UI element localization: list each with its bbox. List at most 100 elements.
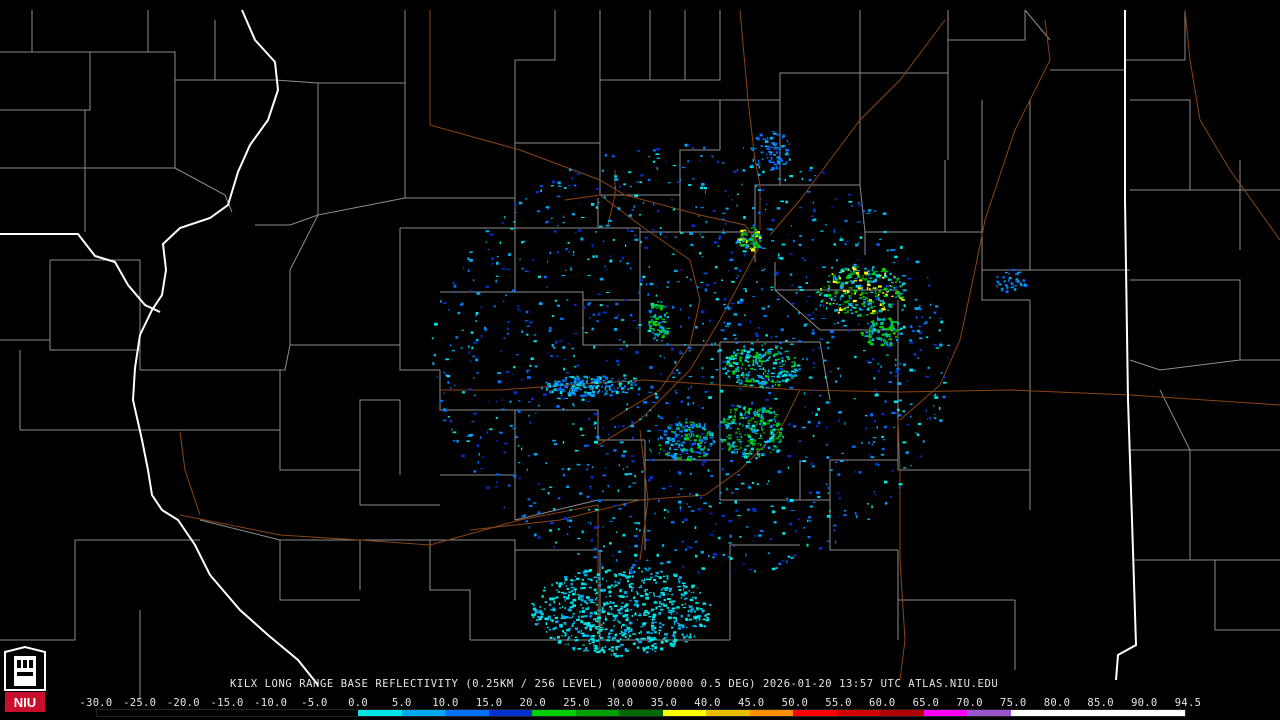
echo-pixel	[858, 307, 861, 311]
echo-pixel	[728, 377, 731, 379]
echo-pixel	[676, 606, 680, 609]
echo-pixel	[604, 570, 608, 574]
echo-pixel	[566, 587, 570, 590]
echo-pixel	[913, 353, 917, 356]
echo-pixel	[667, 510, 669, 513]
echo-pixel	[699, 607, 702, 610]
echo-pixel	[771, 167, 775, 170]
echo-pixel	[872, 266, 875, 269]
echo-pixel	[654, 392, 658, 396]
echo-pixel	[775, 567, 778, 569]
echo-pixel	[528, 415, 530, 417]
echo-pixel	[560, 383, 564, 386]
echo-pixel	[752, 379, 756, 381]
echo-pixel	[493, 305, 496, 308]
echo-pixel	[880, 453, 885, 456]
echo-pixel	[469, 259, 473, 262]
echo-pixel	[793, 374, 798, 377]
echo-pixel	[651, 618, 656, 621]
echo-pixel	[528, 401, 531, 403]
echo-pixel	[600, 649, 604, 651]
echo-pixel	[561, 613, 563, 616]
echo-pixel	[837, 311, 840, 314]
echo-pixel	[506, 268, 511, 270]
echo-pixel	[592, 313, 596, 316]
echo-pixel	[1008, 279, 1010, 282]
echo-pixel	[674, 431, 677, 433]
echo-pixel	[770, 336, 773, 338]
echo-pixel	[844, 301, 848, 304]
echo-pixel	[591, 203, 595, 206]
state-border	[131, 9, 319, 686]
echo-pixel	[624, 473, 629, 476]
highway-line	[739, 9, 761, 230]
echo-pixel	[743, 407, 746, 411]
echo-pixel	[906, 423, 909, 426]
scale-label: -20.0	[166, 697, 200, 709]
echo-pixel	[634, 384, 637, 386]
echo-pixel	[731, 199, 733, 201]
echo-pixel	[787, 455, 792, 458]
echo-pixel	[706, 613, 710, 616]
echo-pixel	[689, 598, 694, 602]
echo-pixel	[858, 204, 862, 206]
county-borders	[0, 9, 1280, 700]
state-border	[0, 233, 161, 313]
echo-pixel	[524, 320, 529, 322]
echo-pixel	[742, 169, 746, 172]
echo-pixel	[672, 376, 676, 378]
echo-pixel	[786, 560, 788, 564]
echo-pixel	[759, 368, 763, 370]
echo-pixel	[677, 627, 681, 630]
color-bar-segment	[662, 710, 707, 716]
echo-pixel	[745, 373, 750, 376]
echo-pixel	[572, 213, 575, 216]
echo-pixel	[736, 240, 740, 243]
echo-pixel	[736, 436, 739, 438]
echo-pixel	[691, 427, 694, 429]
echo-pixel	[896, 408, 900, 412]
echo-pixel	[755, 136, 759, 140]
echo-pixel	[752, 363, 755, 366]
echo-pixel	[630, 230, 634, 232]
echo-pixel	[553, 637, 556, 640]
echo-pixel	[573, 383, 575, 385]
echo-pixel	[770, 157, 773, 160]
echo-pixel	[617, 364, 620, 366]
echo-pixel	[538, 275, 541, 279]
echo-pixel	[573, 184, 577, 187]
color-bar-segment	[445, 710, 489, 716]
echo-pixel	[589, 316, 591, 319]
echo-pixel	[721, 232, 726, 234]
echo-pixel	[628, 585, 632, 588]
echo-pixel	[619, 654, 623, 657]
echo-pixel	[598, 576, 601, 580]
echo-pixel	[649, 316, 654, 318]
echo-pixel	[452, 440, 456, 442]
echo-pixel	[454, 384, 456, 386]
echo-pixel	[495, 440, 498, 442]
echo-pixel	[848, 297, 852, 300]
echo-pixel	[776, 380, 778, 382]
echo-pixel	[590, 476, 594, 479]
echo-pixel	[588, 508, 590, 511]
echo-pixel	[485, 285, 490, 288]
echo-pixel	[638, 586, 640, 589]
echo-pixel	[865, 331, 869, 334]
echo-pixel	[901, 308, 904, 311]
echo-pixel	[869, 287, 871, 291]
echo-pixel	[634, 560, 637, 562]
echo-pixel	[671, 199, 673, 201]
echo-pixel	[736, 474, 741, 476]
echo-pixel	[673, 458, 675, 460]
echo-pixel	[793, 357, 796, 359]
echo-pixel	[1011, 282, 1014, 286]
echo-pixel	[576, 173, 581, 175]
echo-pixel	[674, 390, 677, 392]
echo-pixel	[655, 606, 658, 610]
echo-pixel	[533, 334, 537, 336]
echo-pixel	[848, 200, 853, 203]
echo-pixel	[527, 271, 530, 273]
echo-pixel	[874, 389, 877, 391]
echo-pixel	[699, 186, 704, 190]
